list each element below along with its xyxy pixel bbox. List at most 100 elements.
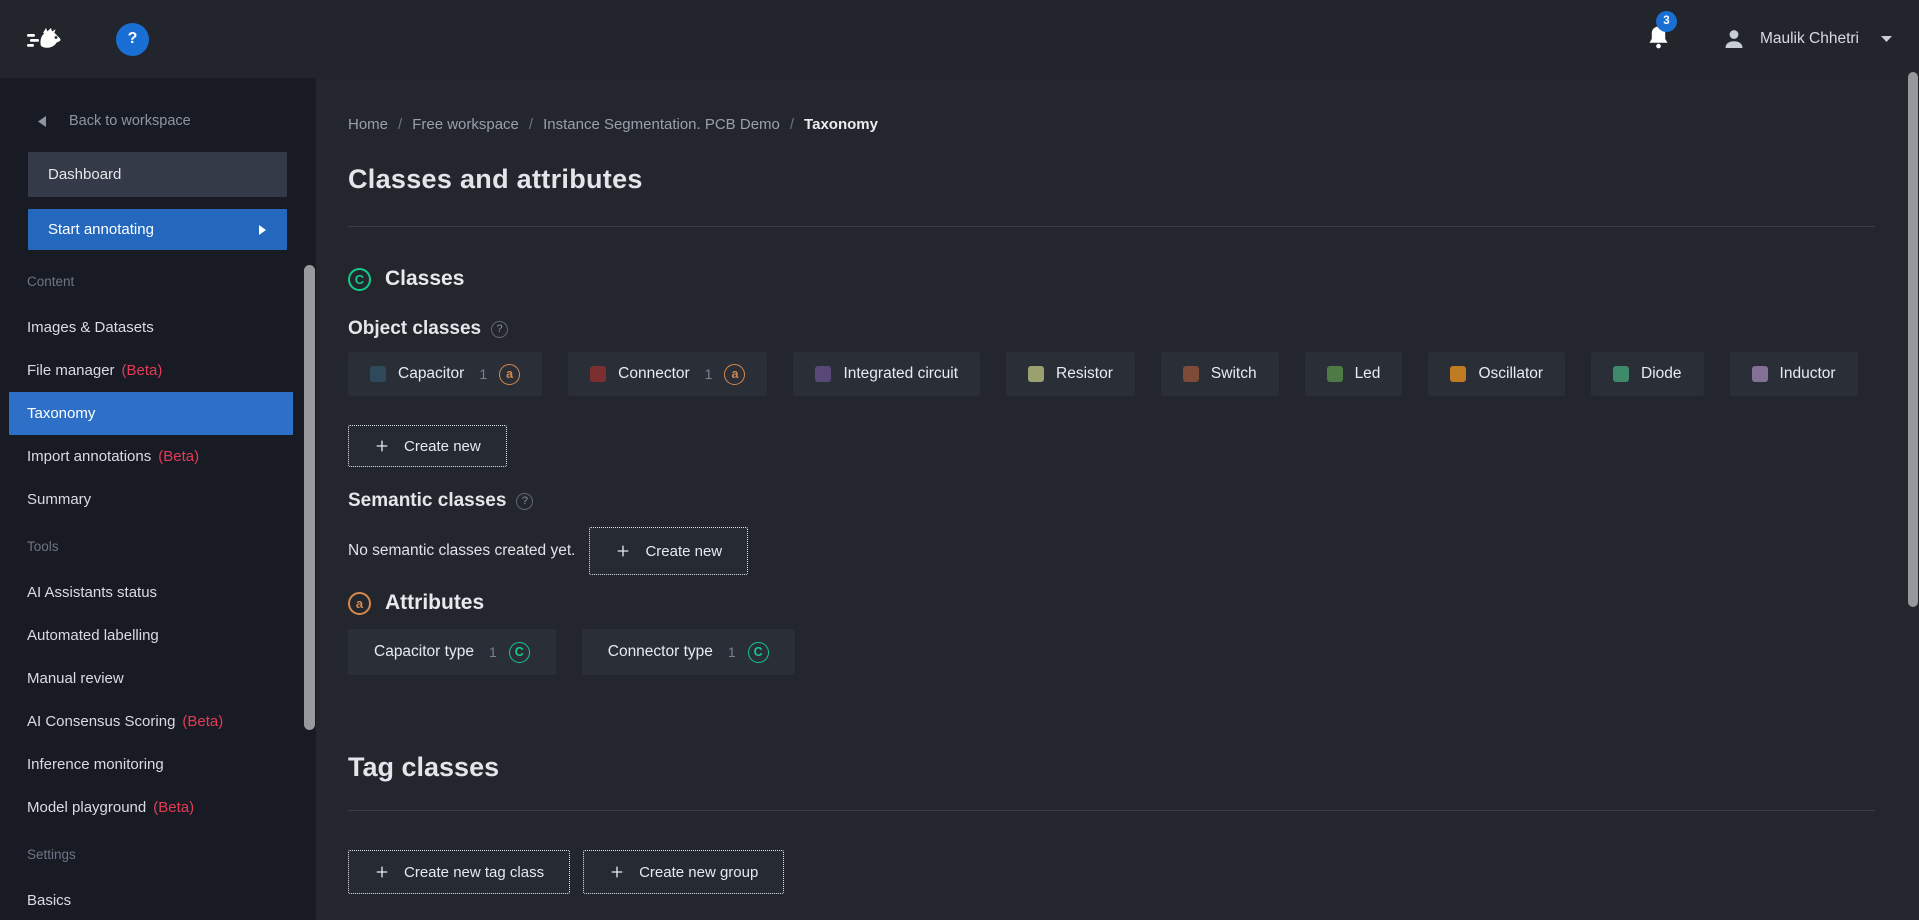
breadcrumb: Home / Free workspace / Instance Segment… bbox=[348, 116, 1875, 136]
plus-icon bbox=[374, 864, 390, 880]
create-new-group-button[interactable]: Create new group bbox=[583, 850, 784, 894]
breadcrumb-item: Instance Segmentation. PCB Demo / bbox=[543, 116, 794, 136]
classes-section-title: Classes bbox=[385, 267, 464, 291]
attribute-chip-count: 1 bbox=[489, 644, 497, 660]
attributes-icon: a bbox=[348, 592, 371, 615]
attribute-chip-label: Connector type bbox=[608, 643, 713, 661]
sidebar-item[interactable]: Basics bbox=[0, 879, 316, 920]
class-color-swatch bbox=[1450, 366, 1466, 382]
class-color-swatch bbox=[1613, 366, 1629, 382]
sidebar-item-label: Manual review bbox=[27, 670, 124, 687]
plus-icon bbox=[615, 543, 631, 559]
sidebar-item-label: Model playground bbox=[27, 799, 146, 816]
sidebar-item[interactable]: Import annotations (Beta) bbox=[0, 435, 316, 478]
sidebar-item[interactable]: Images & Datasets bbox=[0, 306, 316, 349]
class-chip-label: Integrated circuit bbox=[843, 365, 958, 383]
class-chip-label: Inductor bbox=[1780, 365, 1836, 383]
sidebar: Back to workspace Dashboard Start annota… bbox=[0, 78, 316, 920]
sidebar-item[interactable]: Summary bbox=[0, 478, 316, 521]
breadcrumb-separator: / bbox=[398, 116, 402, 136]
beta-tag: (Beta) bbox=[182, 713, 223, 730]
attribute-chip-label: Capacitor type bbox=[374, 643, 474, 661]
class-chip[interactable]: Led bbox=[1305, 352, 1403, 396]
sidebar-item[interactable]: Taxonomy bbox=[9, 392, 293, 435]
help-icon[interactable]: ? bbox=[491, 321, 508, 338]
class-color-swatch bbox=[370, 366, 386, 382]
sidebar-item[interactable]: Manual review bbox=[0, 657, 316, 700]
attributes-list: Capacitor type 1 C Connector type 1 C bbox=[348, 629, 1875, 675]
create-new-tag-class-label: Create new tag class bbox=[404, 864, 544, 881]
class-chip-label: Connector bbox=[618, 365, 690, 383]
sidebar-item[interactable]: AI Consensus Scoring (Beta) bbox=[0, 700, 316, 743]
create-new-semantic-label: Create new bbox=[645, 543, 722, 560]
create-new-group-label: Create new group bbox=[639, 864, 758, 881]
class-chip-count: 1 bbox=[479, 366, 487, 382]
divider bbox=[348, 226, 1875, 227]
class-chip[interactable]: Capacitor 1 a bbox=[348, 352, 542, 396]
class-chip-label: Diode bbox=[1641, 365, 1682, 383]
semantic-classes-heading: Semantic classes bbox=[348, 490, 506, 512]
breadcrumb-item: Taxonomy bbox=[804, 116, 878, 136]
breadcrumb-link[interactable]: Home bbox=[348, 116, 388, 136]
user-name: Maulik Chhetri bbox=[1760, 30, 1859, 48]
help-icon[interactable]: ? bbox=[516, 493, 533, 510]
class-chip-label: Resistor bbox=[1056, 365, 1113, 383]
sidebar-scrollbar[interactable] bbox=[304, 265, 315, 730]
notifications-button[interactable]: 3 bbox=[1647, 24, 1670, 55]
breadcrumb-item: Home / bbox=[348, 116, 402, 136]
attribute-chip-count: 1 bbox=[728, 644, 736, 660]
sidebar-item[interactable]: AI Assistants status bbox=[0, 571, 316, 614]
attribute-chip[interactable]: Connector type 1 C bbox=[582, 629, 795, 675]
sidebar-nav-tools: AI Assistants status Automated labelling… bbox=[0, 571, 316, 829]
topbar: ? 3 Maulik Chhetri bbox=[0, 0, 1919, 78]
sidebar-item-label: File manager bbox=[27, 362, 115, 379]
class-color-swatch bbox=[1183, 366, 1199, 382]
window-scrollbar[interactable] bbox=[1908, 72, 1918, 607]
start-annotating-label: Start annotating bbox=[48, 221, 154, 238]
main-content: Home / Free workspace / Instance Segment… bbox=[316, 78, 1919, 920]
class-chip[interactable]: Diode bbox=[1591, 352, 1704, 396]
sidebar-item[interactable]: File manager (Beta) bbox=[0, 349, 316, 392]
attribute-chip[interactable]: Capacitor type 1 C bbox=[348, 629, 556, 675]
divider bbox=[348, 810, 1875, 811]
breadcrumb-separator: / bbox=[790, 116, 794, 136]
breadcrumb-link[interactable]: Instance Segmentation. PCB Demo bbox=[543, 116, 780, 136]
semantic-empty-text: No semantic classes created yet. bbox=[348, 542, 575, 560]
user-avatar-icon bbox=[1722, 27, 1746, 51]
create-new-tag-class-button[interactable]: Create new tag class bbox=[348, 850, 570, 894]
class-chip[interactable]: Resistor bbox=[1006, 352, 1135, 396]
attributes-section-title: Attributes bbox=[385, 591, 484, 615]
sidebar-item[interactable]: Inference monitoring bbox=[0, 743, 316, 786]
create-new-class-button[interactable]: Create new bbox=[348, 425, 507, 467]
user-menu[interactable]: Maulik Chhetri bbox=[1722, 27, 1893, 51]
tag-classes-title: Tag classes bbox=[348, 751, 1875, 783]
object-classes-list: Capacitor 1 a Connector 1 a Integrated c… bbox=[348, 352, 1875, 396]
class-chip[interactable]: Oscillator bbox=[1428, 352, 1565, 396]
breadcrumb-link[interactable]: Taxonomy bbox=[804, 116, 878, 136]
page-title: Classes and attributes bbox=[348, 163, 1875, 195]
class-badge-icon: C bbox=[509, 642, 530, 663]
classes-icon: C bbox=[348, 268, 371, 291]
hasty-logo-icon[interactable] bbox=[26, 25, 68, 53]
sidebar-item[interactable]: Model playground (Beta) bbox=[0, 786, 316, 829]
chevron-left-icon bbox=[36, 115, 47, 128]
help-button[interactable]: ? bbox=[116, 23, 149, 56]
class-chip[interactable]: Connector 1 a bbox=[568, 352, 767, 396]
sidebar-item-label: Automated labelling bbox=[27, 627, 159, 644]
sidebar-item[interactable]: Automated labelling bbox=[0, 614, 316, 657]
class-chip[interactable]: Inductor bbox=[1730, 352, 1858, 396]
class-color-swatch bbox=[1752, 366, 1768, 382]
start-annotating-button[interactable]: Start annotating bbox=[28, 209, 287, 250]
back-to-workspace-button[interactable]: Back to workspace bbox=[36, 108, 316, 134]
breadcrumb-link[interactable]: Free workspace bbox=[412, 116, 519, 136]
attribute-badge-icon: a bbox=[724, 364, 745, 385]
create-new-semantic-class-button[interactable]: Create new bbox=[589, 527, 748, 575]
beta-tag: (Beta) bbox=[122, 362, 163, 379]
sidebar-item-label: Inference monitoring bbox=[27, 756, 164, 773]
class-chip-label: Led bbox=[1355, 365, 1381, 383]
back-to-workspace-label: Back to workspace bbox=[69, 113, 191, 129]
dashboard-button[interactable]: Dashboard bbox=[28, 152, 287, 197]
class-chip[interactable]: Switch bbox=[1161, 352, 1279, 396]
class-chip[interactable]: Integrated circuit bbox=[793, 352, 980, 396]
create-new-class-label: Create new bbox=[404, 438, 481, 455]
